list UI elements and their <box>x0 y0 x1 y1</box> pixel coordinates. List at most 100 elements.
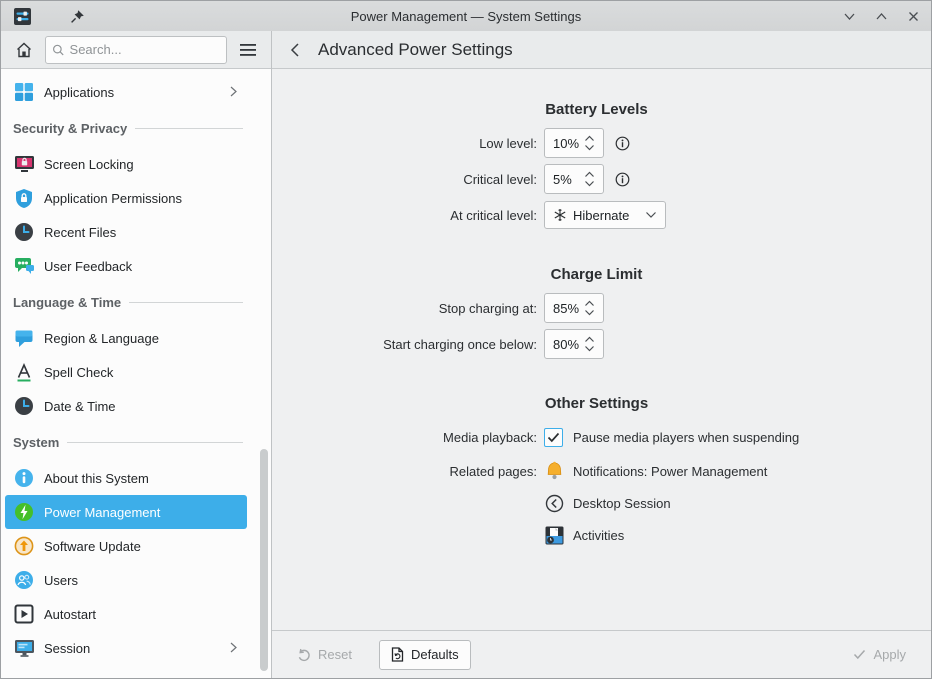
critical-level-label: Critical level: <box>463 172 537 187</box>
sidebar-item-label: Users <box>44 573 78 588</box>
sidebar-item-label: Applications <box>44 85 114 100</box>
spinner-arrows-icon[interactable] <box>584 171 595 187</box>
info-circle-icon <box>13 467 35 489</box>
search-input[interactable] <box>70 42 220 57</box>
close-button[interactable] <box>905 8 921 24</box>
sidebar: Applications Security & Privacy <box>1 31 272 678</box>
speech-bubble-icon <box>13 327 35 349</box>
document-revert-icon <box>391 647 404 662</box>
shield-lock-icon <box>13 187 35 209</box>
sidebar-item-session[interactable]: Session <box>5 631 247 665</box>
sidebar-item-about-this-system[interactable]: About this System <box>5 461 247 495</box>
monitor-icon <box>13 637 35 659</box>
sidebar-item-label: Application Permissions <box>44 191 182 206</box>
sidebar-item-spell-check[interactable]: Spell Check <box>5 355 247 389</box>
chevron-right-icon <box>228 641 239 656</box>
clock-icon <box>13 395 35 417</box>
sidebar-item-label: About this System <box>44 471 149 486</box>
bell-icon <box>544 461 564 481</box>
clock-icon <box>13 221 35 243</box>
combobox-value: Hibernate <box>573 208 639 223</box>
sidebar-item-label: Date & Time <box>44 399 116 414</box>
sidebar-section-security: Security & Privacy <box>5 109 247 147</box>
back-button[interactable] <box>282 37 308 63</box>
sidebar-item-users[interactable]: Users <box>5 563 247 597</box>
start-charging-input[interactable] <box>545 337 583 352</box>
home-button[interactable] <box>11 37 37 63</box>
sidebar-item-power-management[interactable]: Power Management <box>5 495 247 529</box>
defaults-button[interactable]: Defaults <box>379 640 471 670</box>
stop-charging-input[interactable] <box>545 301 583 316</box>
footer-bar: Reset Defaults Apply <box>272 630 931 678</box>
search-icon <box>52 43 65 57</box>
reset-button[interactable]: Reset <box>285 640 364 670</box>
app-grid-icon <box>13 81 35 103</box>
settings-form: Battery Levels Low level: <box>272 69 931 630</box>
other-settings-heading: Other Settings <box>272 395 921 412</box>
info-icon[interactable] <box>614 135 630 151</box>
sidebar-toolbar <box>1 31 271 69</box>
link-desktop-session[interactable]: Desktop Session <box>544 493 671 513</box>
sidebar-scrollbar-thumb[interactable] <box>260 449 268 671</box>
pause-media-checkbox[interactable] <box>544 428 563 447</box>
link-label: Desktop Session <box>573 496 671 511</box>
power-bolt-icon <box>13 501 35 523</box>
sidebar-item-screen-locking[interactable]: Screen Locking <box>5 147 247 181</box>
autostart-play-icon <box>13 603 35 625</box>
sidebar-item-label: Power Management <box>44 505 160 520</box>
charge-limit-heading: Charge Limit <box>272 266 921 283</box>
activities-icon <box>544 525 564 545</box>
sidebar-item-application-permissions[interactable]: Application Permissions <box>5 181 247 215</box>
spellcheck-icon <box>13 361 35 383</box>
sidebar-item-label: Spell Check <box>44 365 113 380</box>
spinner-arrows-icon[interactable] <box>584 135 595 151</box>
sidebar-item-label: Screen Locking <box>44 157 134 172</box>
snowflake-icon <box>553 208 567 222</box>
page-title: Advanced Power Settings <box>318 40 513 60</box>
sidebar-item-user-feedback[interactable]: User Feedback <box>5 249 247 283</box>
sidebar-item-autostart[interactable]: Autostart <box>5 597 247 631</box>
sidebar-item-label: Session <box>44 641 90 656</box>
sidebar-item-applications[interactable]: Applications <box>5 75 247 109</box>
battery-levels-heading: Battery Levels <box>272 101 921 118</box>
search-box <box>45 36 227 64</box>
undo-icon <box>297 648 311 662</box>
defaults-button-label: Defaults <box>411 647 459 662</box>
sidebar-item-label: Region & Language <box>44 331 159 346</box>
start-charging-spinbox[interactable] <box>544 329 604 359</box>
screen-lock-icon <box>13 153 35 175</box>
stop-charging-spinbox[interactable] <box>544 293 604 323</box>
info-icon[interactable] <box>614 171 630 187</box>
critical-level-input[interactable] <box>545 172 583 187</box>
sidebar-item-software-update[interactable]: Software Update <box>5 529 247 563</box>
sidebar-item-recent-files[interactable]: Recent Files <box>5 215 247 249</box>
update-arrow-icon <box>13 535 35 557</box>
at-critical-level-label: At critical level: <box>450 208 537 223</box>
start-charging-label: Start charging once below: <box>383 337 537 352</box>
critical-level-spinbox[interactable] <box>544 164 604 194</box>
hamburger-menu-button[interactable] <box>235 37 261 63</box>
low-level-spinbox[interactable] <box>544 128 604 158</box>
system-settings-window: Power Management — System Settings <box>0 0 932 679</box>
spinner-arrows-icon[interactable] <box>584 300 595 316</box>
window-title: Power Management — System Settings <box>1 9 931 24</box>
sidebar-section-language-time: Language & Time <box>5 283 247 321</box>
stop-charging-label: Stop charging at: <box>439 301 537 316</box>
sidebar-item-region-language[interactable]: Region & Language <box>5 321 247 355</box>
low-level-input[interactable] <box>545 136 583 151</box>
at-critical-level-combobox[interactable]: Hibernate <box>544 201 666 229</box>
minimize-button[interactable] <box>841 8 857 24</box>
content-toolbar: Advanced Power Settings <box>272 31 931 69</box>
apply-button[interactable]: Apply <box>841 640 918 670</box>
sidebar-item-date-time[interactable]: Date & Time <box>5 389 247 423</box>
spinner-arrows-icon[interactable] <box>584 336 595 352</box>
link-label: Activities <box>573 528 624 543</box>
pause-media-checkbox-label[interactable]: Pause media players when suspending <box>573 430 799 445</box>
sidebar-section-system: System <box>5 423 247 461</box>
link-label: Notifications: Power Management <box>573 464 767 479</box>
link-notifications-power-management[interactable]: Notifications: Power Management <box>544 461 767 481</box>
maximize-button[interactable] <box>873 8 889 24</box>
chevron-down-icon <box>645 211 657 219</box>
titlebar: Power Management — System Settings <box>1 1 931 31</box>
link-activities[interactable]: Activities <box>544 525 624 545</box>
